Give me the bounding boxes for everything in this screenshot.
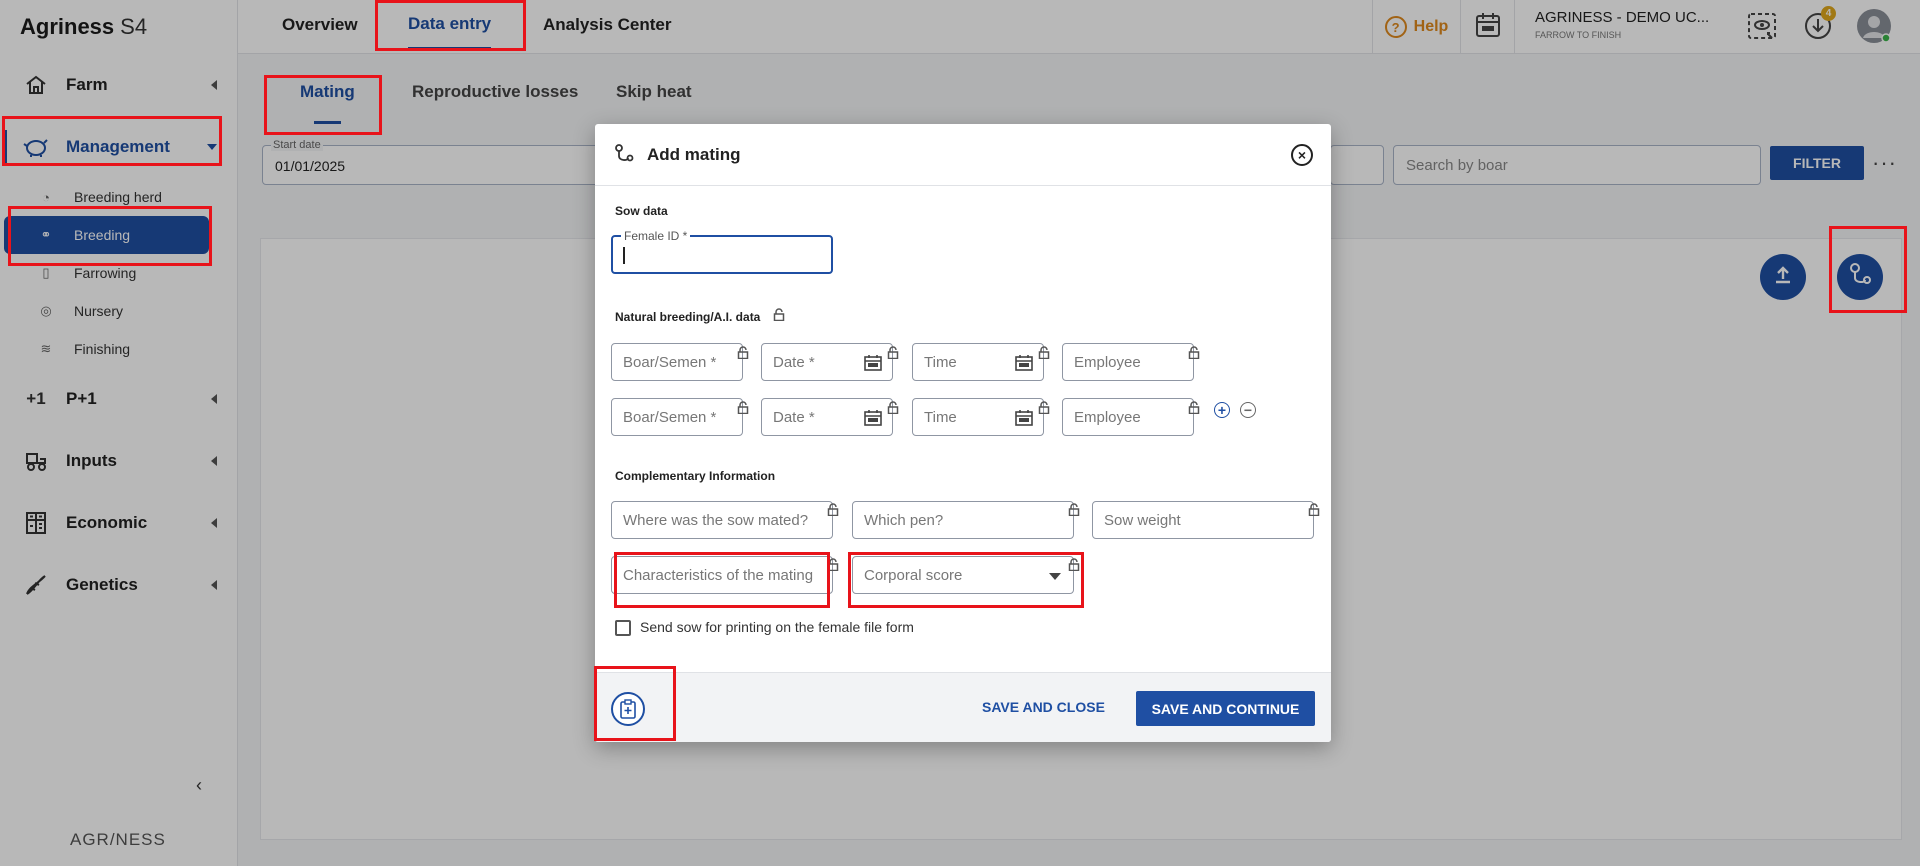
add-row-icon[interactable]: + [1214,402,1230,418]
close-icon[interactable]: × [1291,144,1313,166]
corporal-score-placeholder: Corporal score [864,567,963,584]
natural-breeding-title: Natural breeding/A.I. data [615,310,761,324]
lock-icon[interactable] [737,346,749,359]
lock-icon[interactable] [1068,503,1080,516]
print-sow-checkbox[interactable] [615,620,631,636]
calendar-icon[interactable] [864,354,882,371]
lock-icon[interactable] [887,346,899,359]
time-input-2[interactable]: Time [912,398,1044,436]
lock-icon[interactable] [1038,346,1050,359]
boar-semen-input-1[interactable]: Boar/Semen * [611,343,743,381]
mating-icon [612,143,636,172]
calendar-icon[interactable] [864,409,882,426]
add-mating-modal: Add mating × Sow data Female ID * Natura… [595,124,1331,742]
boar-semen-placeholder: Boar/Semen * [623,409,717,426]
characteristics-of-mating-input[interactable]: Characteristics of the mating [611,556,833,594]
where-mated-input[interactable]: Where was the sow mated? [611,501,833,539]
date-input-2[interactable]: Date * [761,398,893,436]
modal-title: Add mating [647,145,741,164]
lock-icon[interactable] [1188,346,1200,359]
lock-icon[interactable] [1038,401,1050,414]
employee-input-1[interactable]: Employee [1062,343,1194,381]
sow-weight-input[interactable]: Sow weight [1092,501,1314,539]
save-and-continue-button[interactable]: SAVE AND CONTINUE [1136,691,1315,726]
boar-semen-placeholder: Boar/Semen * [623,354,717,371]
complementary-info-title: Complementary Information [615,469,776,483]
lock-icon[interactable] [1308,503,1320,516]
lock-icon[interactable] [887,401,899,414]
dropdown-arrow-icon [1049,573,1061,580]
text-cursor [623,247,625,264]
print-sow-checkbox-label[interactable]: Send sow for printing on the female file… [640,619,914,635]
lock-icon[interactable] [773,308,785,321]
time-placeholder: Time [924,409,957,426]
lock-icon[interactable] [827,503,839,516]
characteristics-placeholder: Characteristics of the mating [623,567,814,584]
calendar-icon[interactable] [1015,354,1033,371]
time-placeholder: Time [924,354,957,371]
female-id-label: Female ID * [621,229,691,243]
boar-semen-input-2[interactable]: Boar/Semen * [611,398,743,436]
modal-footer: SAVE AND CLOSE SAVE AND CONTINUE [595,672,1331,742]
lock-icon[interactable] [1188,401,1200,414]
lock-icon[interactable] [1068,558,1080,571]
lock-icon[interactable] [737,401,749,414]
sow-weight-placeholder: Sow weight [1104,512,1181,529]
employee-placeholder: Employee [1074,354,1141,371]
calendar-icon[interactable] [1015,409,1033,426]
lock-icon[interactable] [827,558,839,571]
modal-header: Add mating × [595,124,1331,186]
female-id-input[interactable]: Female ID * [611,229,833,274]
employee-placeholder: Employee [1074,409,1141,426]
where-mated-placeholder: Where was the sow mated? [623,512,809,529]
time-input-1[interactable]: Time [912,343,1044,381]
corporal-score-select[interactable]: Corporal score [852,556,1074,594]
sow-data-title: Sow data [615,204,668,218]
save-and-close-button[interactable]: SAVE AND CLOSE [982,699,1105,715]
date-placeholder: Date * [773,354,815,371]
add-note-button[interactable] [611,692,645,726]
clipboard-plus-icon [620,699,636,719]
which-pen-input[interactable]: Which pen? [852,501,1074,539]
date-input-1[interactable]: Date * [761,343,893,381]
which-pen-placeholder: Which pen? [864,512,944,529]
remove-row-icon[interactable]: − [1240,402,1256,418]
date-placeholder: Date * [773,409,815,426]
employee-input-2[interactable]: Employee [1062,398,1194,436]
